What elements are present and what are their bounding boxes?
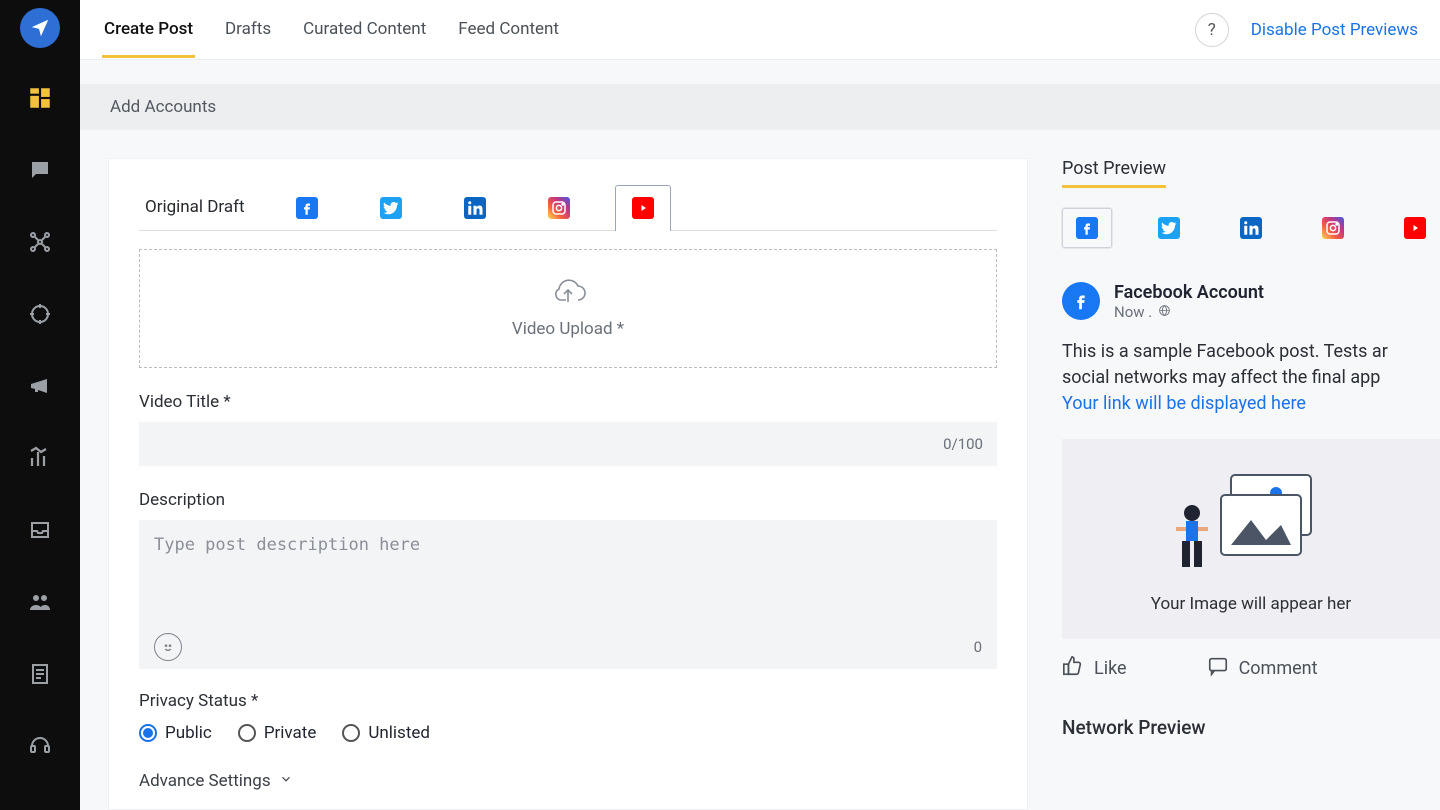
disable-post-previews-link[interactable]: Disable Post Previews [1251, 20, 1418, 40]
description-label: Description [139, 490, 997, 510]
preview-body-line2: social networks may affect the final app [1062, 367, 1380, 388]
tab-youtube[interactable] [615, 185, 671, 231]
video-title-field-wrap: 0/100 [139, 422, 997, 466]
tab-twitter[interactable] [363, 189, 419, 225]
nav-megaphone-icon[interactable] [18, 364, 62, 408]
preview-tab-instagram[interactable] [1308, 208, 1358, 248]
privacy-status-label: Privacy Status * [139, 691, 997, 711]
preview-account-name: Facebook Account [1114, 282, 1264, 303]
tab-create-post[interactable]: Create Post [102, 1, 195, 58]
privacy-private-radio[interactable]: Private [238, 723, 317, 743]
add-accounts-bar[interactable]: Add Accounts [80, 84, 1440, 130]
tab-instagram[interactable] [531, 189, 587, 225]
preview-body-line1: This is a sample Facebook post. Tests ar [1062, 341, 1388, 362]
nav-reports-icon[interactable] [18, 652, 62, 696]
like-label: Like [1094, 658, 1127, 679]
network-preview-heading: Network Preview [1062, 716, 1440, 739]
youtube-icon [1404, 217, 1426, 239]
network-source-tabs: Original Draft [139, 185, 997, 231]
preview-timestamp: Now . [1114, 303, 1152, 321]
video-title-input[interactable] [153, 435, 943, 453]
nav-connections-icon[interactable] [18, 220, 62, 264]
like-button[interactable]: Like [1062, 655, 1127, 682]
post-editor-card: Original Draft Video Upload * Video Titl… [108, 158, 1028, 810]
privacy-unlisted-radio[interactable]: Unlisted [342, 723, 430, 743]
brand-logo[interactable] [20, 8, 60, 48]
facebook-preview-post: Facebook Account Now . This is a sample … [1062, 282, 1440, 682]
preview-tab-youtube[interactable] [1390, 208, 1440, 248]
preview-tab-linkedin[interactable] [1226, 208, 1276, 248]
thumbs-up-icon [1062, 655, 1084, 682]
chevron-down-icon [279, 771, 293, 791]
nav-analytics-icon[interactable] [18, 436, 62, 480]
emoji-picker-button[interactable] [154, 633, 182, 661]
advance-settings-label: Advance Settings [139, 771, 271, 791]
tab-drafts[interactable]: Drafts [223, 1, 273, 58]
preview-network-tabs [1062, 208, 1440, 248]
video-title-counter: 0/100 [943, 435, 983, 453]
privacy-public-radio[interactable]: Public [139, 723, 212, 743]
description-input[interactable] [140, 521, 996, 626]
instagram-icon [1322, 217, 1344, 239]
cloud-upload-icon [548, 278, 588, 313]
facebook-icon [296, 197, 318, 219]
image-placeholder-illustration [1176, 465, 1326, 580]
privacy-unlisted-label: Unlisted [368, 723, 430, 743]
linkedin-icon [464, 197, 486, 219]
left-rail [0, 0, 80, 810]
avatar [1062, 282, 1100, 320]
twitter-icon [1158, 217, 1180, 239]
privacy-radio-group: Public Private Unlisted [139, 723, 997, 743]
tab-feed-content[interactable]: Feed Content [456, 1, 561, 58]
tab-facebook[interactable] [279, 189, 335, 225]
facebook-icon [1076, 217, 1098, 239]
nav-inbox-icon[interactable] [18, 508, 62, 552]
top-tab-bar: Create Post Drafts Curated Content Feed … [80, 0, 1440, 60]
preview-tab-twitter[interactable] [1144, 208, 1194, 248]
video-upload-dropzone[interactable]: Video Upload * [139, 249, 997, 368]
tab-original-draft[interactable]: Original Draft [139, 197, 251, 217]
instagram-icon [548, 197, 570, 219]
description-counter: 0 [974, 638, 982, 656]
upload-label: Video Upload * [512, 319, 624, 339]
comment-button[interactable]: Comment [1207, 655, 1318, 682]
post-preview-title: Post Preview [1062, 158, 1166, 188]
preview-actions-row: Like Comment [1062, 655, 1440, 682]
comment-icon [1207, 655, 1229, 682]
video-title-label: Video Title * [139, 392, 997, 412]
tab-linkedin[interactable] [447, 189, 503, 225]
comment-label: Comment [1239, 658, 1318, 679]
globe-icon [1158, 303, 1171, 321]
privacy-private-label: Private [264, 723, 317, 743]
nav-target-icon[interactable] [18, 292, 62, 336]
tab-curated-content[interactable]: Curated Content [301, 1, 428, 58]
linkedin-icon [1240, 217, 1262, 239]
preview-media-caption: Your Image will appear her [1151, 594, 1351, 614]
youtube-icon [632, 197, 654, 219]
privacy-public-label: Public [165, 723, 212, 743]
nav-team-icon[interactable] [18, 580, 62, 624]
twitter-icon [380, 197, 402, 219]
nav-messages-icon[interactable] [18, 148, 62, 192]
preview-media-placeholder: Your Image will appear her [1062, 439, 1440, 639]
advance-settings-toggle[interactable]: Advance Settings [139, 771, 997, 791]
preview-link-placeholder[interactable]: Your link will be displayed here [1062, 393, 1306, 414]
description-field-wrap: 0 [139, 520, 997, 669]
nav-support-icon[interactable] [18, 724, 62, 768]
help-button[interactable]: ? [1195, 13, 1229, 47]
nav-dashboard-icon[interactable] [18, 76, 62, 120]
preview-tab-facebook[interactable] [1062, 208, 1112, 248]
post-preview-panel: Post Preview Facebook Account Now . [1062, 158, 1440, 810]
main-area: Create Post Drafts Curated Content Feed … [80, 0, 1440, 810]
